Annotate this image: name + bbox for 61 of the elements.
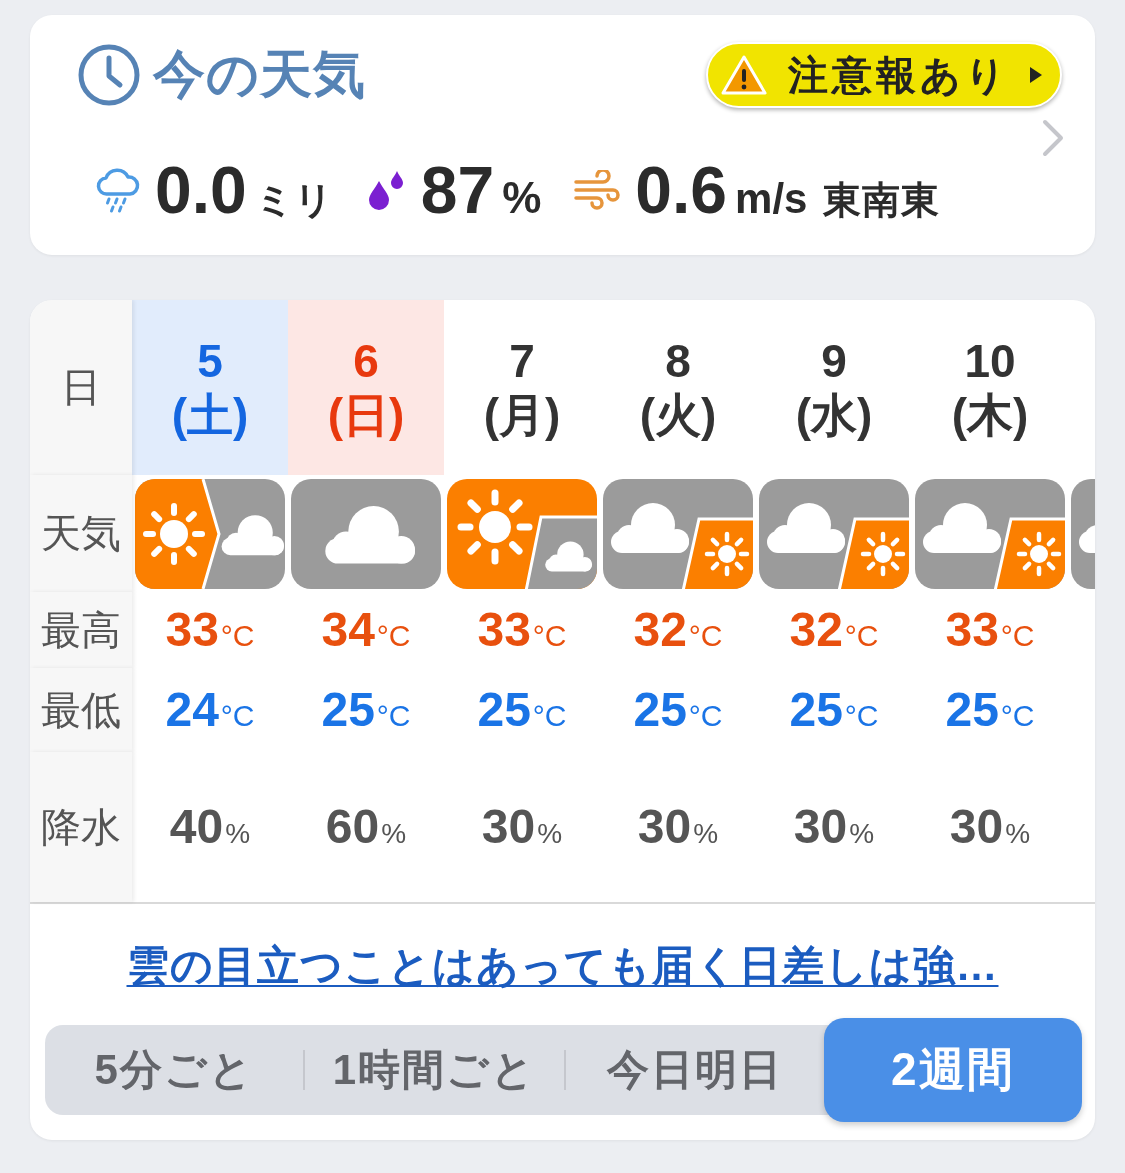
- weekday-label: (水): [795, 387, 873, 442]
- forecast-summary-link[interactable]: 雲の目立つことはあっても届く日差しは強…: [126, 940, 999, 992]
- high-temperature: 33°C: [945, 606, 1035, 654]
- view-tab[interactable]: 今日明日: [565, 1025, 824, 1115]
- low-temperature: 24°C: [165, 686, 255, 734]
- day-number: 7: [509, 333, 535, 388]
- play-triangle-icon: [1030, 67, 1042, 83]
- warning-icon: [720, 54, 768, 96]
- wind-speed-unit: m/s: [735, 178, 808, 220]
- humidity-unit: %: [502, 176, 542, 220]
- precipitation-chance: 40%: [169, 803, 251, 851]
- warning-badge[interactable]: 注意報あり: [706, 42, 1062, 108]
- weekday-label: (火): [639, 387, 717, 442]
- low-temperature: 25°C: [945, 686, 1035, 734]
- low-temperature: 25°C: [633, 686, 723, 734]
- precipitation-chance: 30%: [481, 803, 563, 851]
- view-tab[interactable]: 1時間ごと: [305, 1025, 564, 1115]
- wind-icon: [573, 170, 622, 210]
- weekday-label: (土): [171, 387, 249, 442]
- wind-speed-value: 0.6: [635, 157, 728, 223]
- sun-then-cloud-icon: [135, 478, 285, 589]
- row-label: 最低: [30, 668, 132, 752]
- day-number: 8: [665, 333, 691, 388]
- view-tab[interactable]: 5分ごと: [45, 1025, 304, 1115]
- row-label: 天気: [30, 475, 132, 592]
- high-temperature: 33°C: [477, 606, 567, 654]
- day-number: 9: [821, 333, 847, 388]
- low-temperature: 25°C: [789, 686, 879, 734]
- row-label: 降水: [30, 752, 132, 902]
- view-tab[interactable]: 2週間: [823, 1018, 1082, 1122]
- day-number: 10: [964, 333, 1016, 388]
- sun-with-cloud-icon: [447, 478, 597, 589]
- day-number: 5: [197, 333, 223, 388]
- rainfall-value: 0.0: [155, 157, 247, 223]
- humidity-value: 87: [420, 157, 495, 223]
- weekday-label: (木): [951, 387, 1029, 442]
- cloud-with-sun-icon: [603, 478, 753, 589]
- high-temperature: 34°C: [321, 606, 411, 654]
- cloud-with-sun-icon: [915, 478, 1065, 589]
- row-label: 最高: [30, 592, 132, 668]
- high-temperature: 32°C: [633, 606, 723, 654]
- rainfall-unit: ミリ: [254, 181, 333, 219]
- clock-icon: [78, 44, 140, 106]
- precipitation-chance: 30%: [793, 803, 875, 851]
- row-label: 日: [30, 300, 132, 475]
- day-number: 6: [353, 333, 379, 388]
- weekday-label: (日): [327, 387, 405, 442]
- high-temperature: 33°C: [165, 606, 255, 654]
- weekday-label: (月): [483, 387, 561, 442]
- chevron-right-icon[interactable]: [1041, 119, 1065, 157]
- low-temperature: 25°C: [477, 686, 567, 734]
- rain-cloud-icon: [95, 167, 141, 213]
- section-title: 今の天気: [153, 44, 366, 105]
- low-temperature: 25°C: [321, 686, 411, 734]
- wind-direction: 東南東: [823, 181, 941, 219]
- precipitation-chance: 60%: [325, 803, 407, 851]
- high-temperature: 32°C: [789, 606, 879, 654]
- cloud-icon: [291, 478, 441, 589]
- precipitation-chance: 30%: [949, 803, 1031, 851]
- cloud-with-sun-icon: [759, 478, 909, 589]
- precipitation-chance: 30%: [637, 803, 719, 851]
